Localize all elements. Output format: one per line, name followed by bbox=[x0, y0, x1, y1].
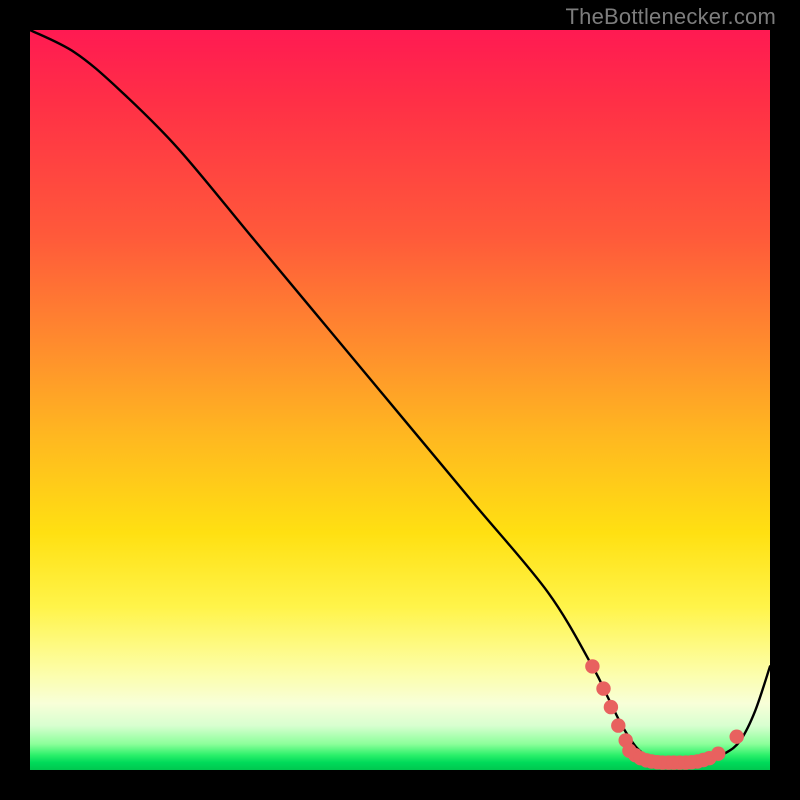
chart-svg bbox=[30, 30, 770, 770]
data-marker bbox=[604, 700, 618, 714]
watermark-text: TheBottleneсker.com bbox=[566, 4, 776, 30]
data-marker bbox=[711, 747, 725, 761]
data-marker bbox=[611, 718, 625, 732]
data-marker bbox=[596, 681, 610, 695]
chart-plot-area bbox=[30, 30, 770, 770]
data-marker bbox=[585, 659, 599, 673]
chart-frame: TheBottleneсker.com bbox=[0, 0, 800, 800]
data-marker bbox=[730, 730, 744, 744]
curve-line bbox=[30, 30, 770, 763]
